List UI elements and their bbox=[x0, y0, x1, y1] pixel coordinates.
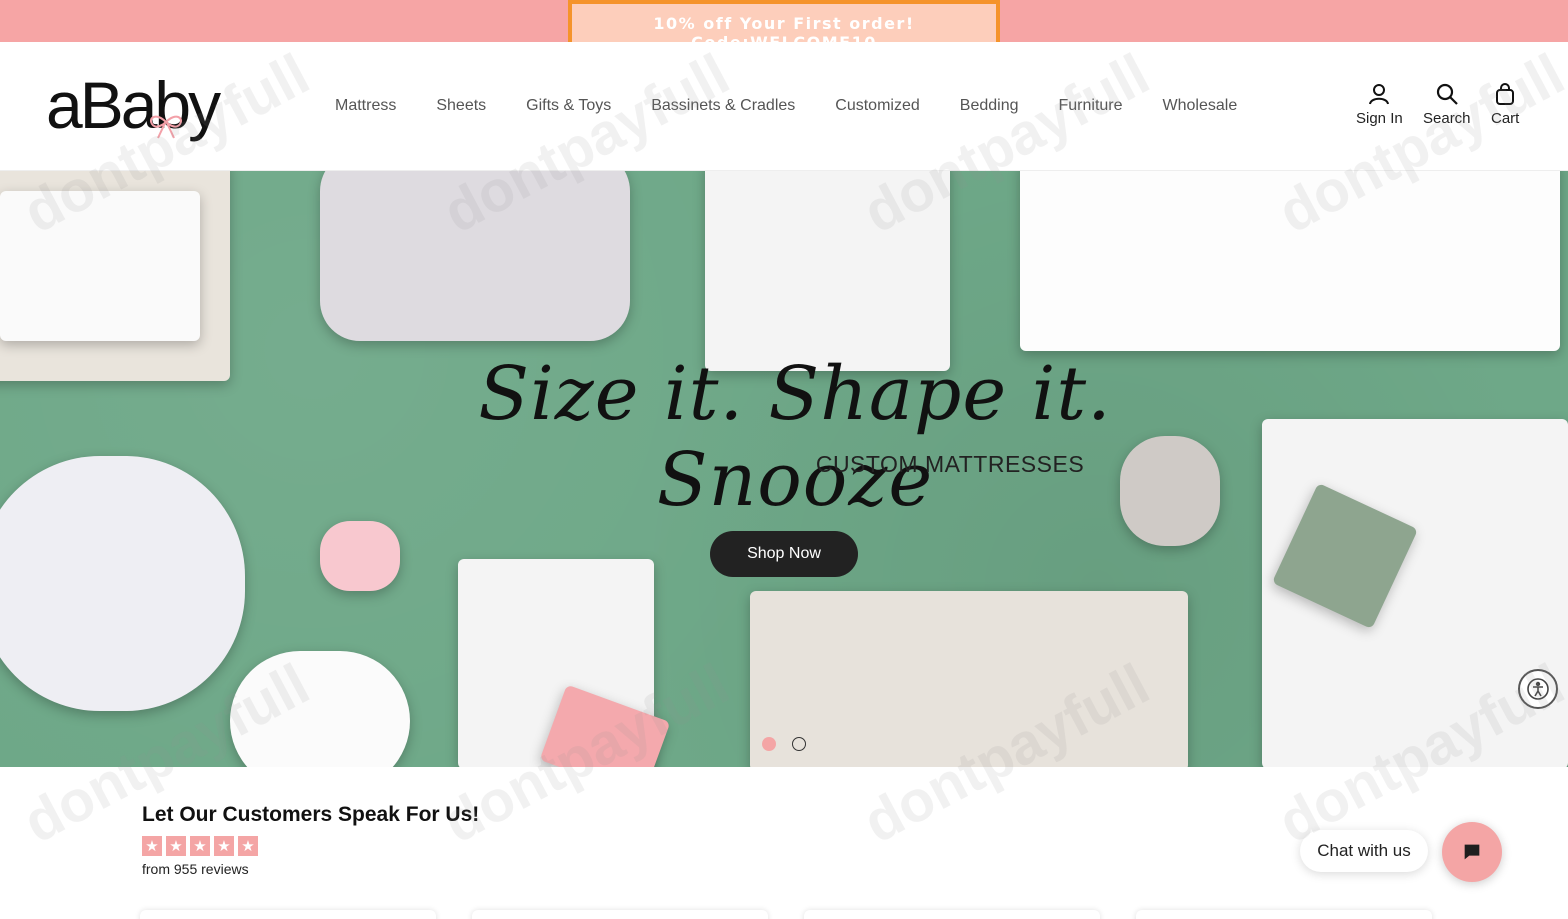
search-label: Search bbox=[1423, 110, 1471, 127]
sign-in-label: Sign In bbox=[1356, 110, 1403, 127]
chat-button[interactable] bbox=[1442, 822, 1502, 882]
oval-mattress-image bbox=[0, 456, 245, 711]
review-card[interactable] bbox=[140, 910, 436, 919]
mattress-image bbox=[0, 191, 200, 341]
hero-banner: Size it. Shape it. Snooze CUSTOM MATTRES… bbox=[0, 171, 1568, 767]
shop-now-button[interactable]: Shop Now bbox=[710, 531, 858, 577]
search-button[interactable]: Search bbox=[1423, 82, 1471, 127]
white-crib-image bbox=[1020, 171, 1560, 351]
accessibility-button[interactable] bbox=[1518, 669, 1558, 709]
accessibility-icon bbox=[1527, 678, 1549, 700]
star-icon: ★ bbox=[190, 836, 210, 856]
sign-in-button[interactable]: Sign In bbox=[1356, 82, 1403, 127]
site-header: aBaby Mattress Sheets Gifts & Toys Bassi… bbox=[0, 42, 1568, 171]
star-icon: ★ bbox=[166, 836, 186, 856]
user-icon bbox=[1369, 84, 1390, 105]
nav-item-bassinets-cradles[interactable]: Bassinets & Cradles bbox=[651, 97, 795, 115]
star-icon: ★ bbox=[214, 836, 234, 856]
cart-button[interactable]: Cart bbox=[1491, 82, 1519, 127]
star-icon: ★ bbox=[238, 836, 258, 856]
round-pillow-image bbox=[230, 651, 410, 767]
changing-pad-image bbox=[705, 171, 950, 371]
slide-dot-1[interactable] bbox=[762, 737, 776, 751]
chat-label-bubble[interactable]: Chat with us bbox=[1300, 830, 1428, 872]
search-icon bbox=[1436, 83, 1458, 105]
logo-text: aBaby bbox=[46, 68, 221, 142]
reviews-heading: Let Our Customers Speak For Us! bbox=[142, 803, 480, 826]
nav-item-customized[interactable]: Customized bbox=[835, 97, 919, 115]
nav-item-mattress[interactable]: Mattress bbox=[335, 97, 396, 115]
baby-seat-image bbox=[320, 171, 630, 341]
nav-item-bedding[interactable]: Bedding bbox=[960, 97, 1019, 115]
chat-icon bbox=[1464, 844, 1480, 860]
slide-dot-2[interactable] bbox=[792, 737, 806, 751]
review-card[interactable] bbox=[472, 910, 768, 919]
hero-subheadline: CUSTOM MATTRESSES bbox=[815, 451, 1085, 477]
main-nav: Mattress Sheets Gifts & Toys Bassinets &… bbox=[335, 97, 1277, 115]
hero-headline: Size it. Shape it. Snooze bbox=[478, 351, 1112, 523]
review-card[interactable] bbox=[1136, 910, 1432, 919]
nav-item-sheets[interactable]: Sheets bbox=[436, 97, 486, 115]
cradle-image bbox=[750, 591, 1188, 767]
review-card[interactable] bbox=[804, 910, 1100, 919]
review-cards bbox=[140, 910, 1432, 919]
star-rating: ★ ★ ★ ★ ★ bbox=[142, 836, 258, 856]
star-icon: ★ bbox=[142, 836, 162, 856]
nav-item-wholesale[interactable]: Wholesale bbox=[1163, 97, 1238, 115]
site-logo[interactable]: aBaby bbox=[46, 60, 236, 150]
bow-icon bbox=[150, 115, 182, 139]
bag-icon bbox=[1496, 83, 1515, 105]
nav-item-furniture[interactable]: Furniture bbox=[1058, 97, 1122, 115]
cart-label: Cart bbox=[1491, 110, 1520, 127]
reviews-count[interactable]: from 955 reviews bbox=[142, 861, 249, 877]
slippers-image bbox=[320, 521, 400, 591]
nav-item-gifts-toys[interactable]: Gifts & Toys bbox=[526, 97, 611, 115]
